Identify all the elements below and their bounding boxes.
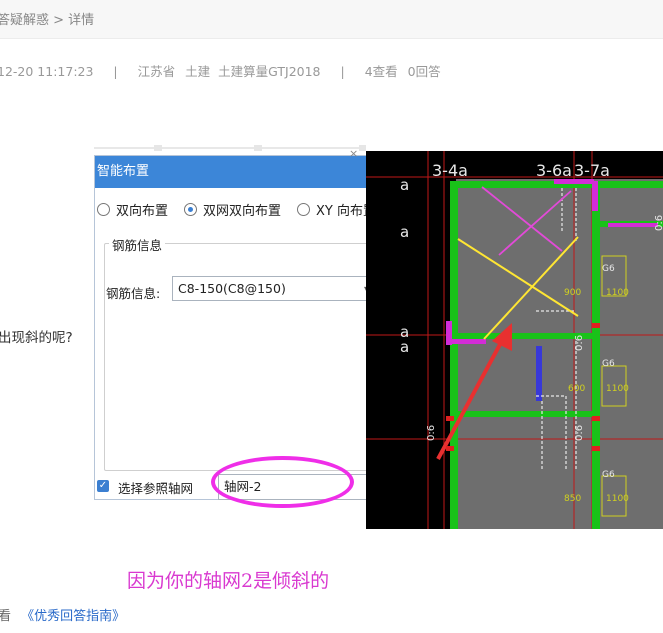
- radio-label: 双网双向布置: [203, 204, 282, 219]
- question-screenshot[interactable]: 智能布置 × 双向布置 双网双向布置 XY 向布置 钢筋信息 钢筋信息: C8-…: [94, 143, 663, 529]
- question-text: 出现斜的呢?: [0, 330, 73, 346]
- meta-views: 4查看: [364, 64, 398, 79]
- dimension-tag: 600: [568, 384, 585, 394]
- checkbox-checked-icon[interactable]: ✓: [97, 480, 109, 492]
- axis-label: 3-7a: [574, 161, 610, 180]
- cad-drawing[interactable]: 3-4a 3-6a 3-7a a a a a 900 1100 600 1100…: [366, 151, 663, 529]
- side-label: a: [400, 176, 409, 194]
- dimension-tag: 1100: [606, 288, 629, 298]
- breadcrumb[interactable]: 答疑解惑 > 详情: [0, 9, 94, 28]
- side-label: a: [400, 338, 409, 356]
- radio-label: 双向布置: [116, 204, 169, 219]
- guide-link[interactable]: 《优秀回答指南》: [21, 609, 125, 624]
- meta-datetime: 12-20 11:17:23: [0, 64, 94, 79]
- vertical-mark: 0:6: [654, 215, 663, 231]
- rebar-label: 钢筋信息:: [106, 286, 161, 301]
- radio-circle-icon: [97, 203, 110, 216]
- rebar-mark: G6: [602, 359, 615, 369]
- answer-text: 因为你的轴网2是倾斜的: [127, 570, 330, 592]
- top-bar: [0, 0, 663, 39]
- meta-region: 江苏省: [137, 64, 176, 79]
- axis-label: 3-6a: [536, 161, 572, 180]
- rebar-value: C8-150(C8@150): [178, 281, 286, 296]
- question-meta: 12-20 11:17:23 | 江苏省 土建 土建算量GTJ2018 | 4查…: [0, 61, 441, 80]
- meta-separator: |: [113, 64, 118, 79]
- dimension-tag: 1100: [606, 384, 629, 394]
- radio-selected-icon: [184, 203, 197, 216]
- smart-layout-dialog: 智能布置 × 双向布置 双网双向布置 XY 向布置 钢筋信息 钢筋信息: C8-…: [94, 147, 401, 508]
- dialog-title: 智能布置: [95, 156, 401, 188]
- group-title: 钢筋信息: [109, 235, 166, 254]
- radio-circle-icon: [297, 203, 310, 216]
- dimension-tag: 900: [564, 288, 581, 298]
- footer-prefix: 看: [0, 609, 12, 624]
- radio-double-net[interactable]: 双网双向布置: [184, 200, 281, 219]
- close-icon[interactable]: ×: [349, 147, 358, 160]
- vertical-mark: 0:6: [574, 425, 585, 441]
- rebar-mark: G6: [602, 264, 615, 274]
- rebar-select[interactable]: C8-150(C8@150) ▾: [172, 276, 375, 301]
- meta-category: 土建: [185, 64, 211, 79]
- dimension-tag: 850: [564, 494, 581, 504]
- meta-answers: 0回答: [407, 64, 441, 79]
- radio-xy[interactable]: XY 向布置: [297, 200, 376, 219]
- radio-bidirectional[interactable]: 双向布置: [97, 200, 168, 219]
- checkbox-label: 选择参照轴网: [118, 481, 194, 496]
- vertical-mark: 0:6: [426, 425, 437, 441]
- axis-label: 3-4a: [432, 161, 468, 180]
- footer-note: 看 《优秀回答指南》: [0, 605, 125, 624]
- meta-subcategory: 土建算量GTJ2018: [218, 64, 321, 79]
- vertical-mark: 0:6: [574, 335, 585, 351]
- cad-canvas: 3-4a 3-6a 3-7a a a a a 900 1100 600 1100…: [366, 151, 663, 529]
- side-label: a: [400, 223, 409, 241]
- dimension-tag: 1100: [606, 494, 629, 504]
- meta-separator: |: [340, 64, 345, 79]
- highlight-ellipse: [211, 456, 354, 508]
- rebar-mark: G6: [602, 470, 615, 480]
